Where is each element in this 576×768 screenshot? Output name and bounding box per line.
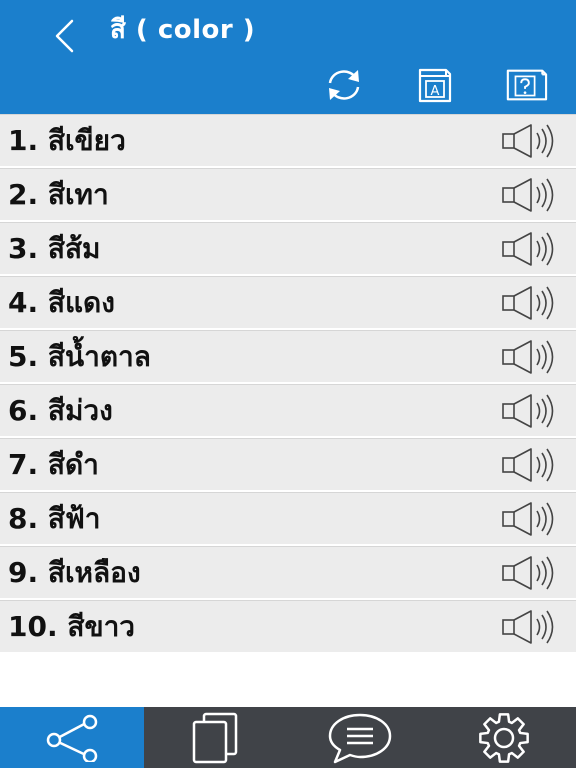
- list-item-label: 4. สีแดง: [8, 286, 115, 319]
- list-item-label: 9. สีเหลือง: [8, 556, 141, 589]
- bottom-tab-bar: [0, 707, 576, 768]
- play-audio-button[interactable]: [500, 393, 566, 429]
- speaker-icon: [502, 340, 554, 374]
- list-item-label: 5. สีน้ำตาล: [8, 340, 151, 373]
- play-audio-button[interactable]: [500, 177, 566, 213]
- play-audio-button[interactable]: [500, 555, 566, 591]
- list-item[interactable]: 6. สีม่วง: [0, 384, 576, 436]
- play-audio-button[interactable]: [500, 231, 566, 267]
- dictionary-button[interactable]: A: [413, 66, 457, 104]
- svg-text:A: A: [431, 84, 440, 99]
- refresh-icon: [328, 70, 360, 100]
- chat-button[interactable]: [288, 707, 432, 768]
- list-item-label: 8. สีฟ้า: [8, 502, 101, 535]
- speaker-icon: [502, 610, 554, 644]
- header-bar: สี ( color ) A: [0, 0, 576, 114]
- color-list: 1. สีเขียว 2. สีเทา 3. สีส้ม 4. สีแดง 5.…: [0, 114, 576, 654]
- list-item-label: 2. สีเทา: [8, 178, 109, 211]
- refresh-button[interactable]: [322, 66, 366, 104]
- help-button[interactable]: [504, 66, 548, 104]
- help-icon: [506, 69, 548, 101]
- settings-icon: [479, 712, 529, 763]
- share-icon: [46, 714, 98, 762]
- speaker-icon: [502, 556, 554, 590]
- list-item-label: 7. สีดำ: [8, 448, 99, 481]
- list-item[interactable]: 5. สีน้ำตาล: [0, 330, 576, 382]
- list-item-label: 3. สีส้ม: [8, 232, 101, 265]
- back-button[interactable]: [44, 14, 84, 58]
- list-item[interactable]: 3. สีส้ม: [0, 222, 576, 274]
- chevron-left-icon: [55, 19, 74, 53]
- list-item-label: 1. สีเขียว: [8, 124, 126, 157]
- copy-button[interactable]: [144, 707, 288, 768]
- speaker-icon: [502, 178, 554, 212]
- speaker-icon: [502, 448, 554, 482]
- play-audio-button[interactable]: [500, 501, 566, 537]
- list-item[interactable]: 4. สีแดง: [0, 276, 576, 328]
- speaker-icon: [502, 232, 554, 266]
- play-audio-button[interactable]: [500, 123, 566, 159]
- chat-icon: [328, 713, 392, 763]
- share-button[interactable]: [0, 707, 144, 768]
- list-item[interactable]: 7. สีดำ: [0, 438, 576, 490]
- settings-button[interactable]: [432, 707, 576, 768]
- list-item-label: 10. สีขาว: [8, 610, 136, 643]
- play-audio-button[interactable]: [500, 285, 566, 321]
- list-item[interactable]: 10. สีขาว: [0, 600, 576, 652]
- play-audio-button[interactable]: [500, 339, 566, 375]
- page-title: สี ( color ): [110, 15, 256, 45]
- speaker-icon: [502, 124, 554, 158]
- copy-icon: [192, 712, 238, 763]
- list-item[interactable]: 1. สีเขียว: [0, 114, 576, 166]
- list-item-label: 6. สีม่วง: [8, 394, 113, 427]
- speaker-icon: [502, 502, 554, 536]
- play-audio-button[interactable]: [500, 447, 566, 483]
- play-audio-button[interactable]: [500, 609, 566, 645]
- list-item[interactable]: 8. สีฟ้า: [0, 492, 576, 544]
- list-item[interactable]: 2. สีเทา: [0, 168, 576, 220]
- speaker-icon: [502, 286, 554, 320]
- speaker-icon: [502, 394, 554, 428]
- dictionary-icon: A: [418, 68, 452, 103]
- list-item[interactable]: 9. สีเหลือง: [0, 546, 576, 598]
